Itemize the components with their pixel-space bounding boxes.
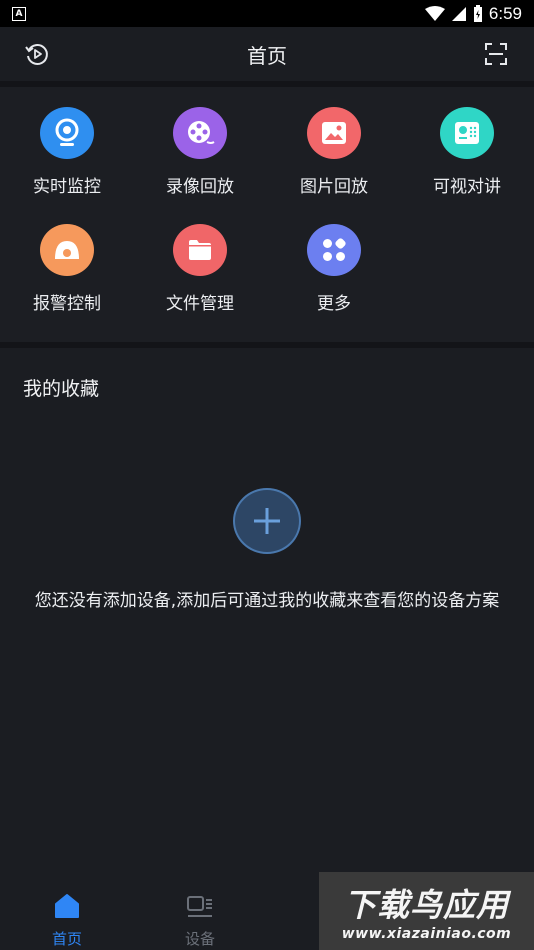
tab-home[interactable]: 首页 <box>0 880 134 950</box>
favorites-empty-message: 您还没有添加设备,添加后可通过我的收藏来查看您的设备方案 <box>34 591 500 611</box>
section-divider <box>0 342 534 348</box>
grid-more-icon <box>307 224 361 276</box>
camera-icon <box>40 107 94 159</box>
function-label: 报警控制 <box>33 294 101 314</box>
status-bar: A 6:59 <box>0 0 534 27</box>
tab-device[interactable]: 设备 <box>133 880 267 950</box>
intercom-icon <box>440 107 494 159</box>
function-label: 实时监控 <box>33 177 101 197</box>
function-file-manager[interactable]: 文件管理 <box>133 204 267 314</box>
clock: 6:59 <box>488 3 522 23</box>
notification-icon: A <box>12 6 26 21</box>
playback-history-icon[interactable] <box>24 41 50 67</box>
function-more[interactable]: 更多 <box>267 204 401 314</box>
function-label: 可视对讲 <box>433 177 501 197</box>
function-image-playback[interactable]: 图片回放 <box>267 87 401 197</box>
function-label: 录像回放 <box>166 177 234 197</box>
wifi-icon <box>424 5 445 21</box>
function-live-monitor[interactable]: 实时监控 <box>0 87 134 197</box>
signal-icon <box>451 6 466 21</box>
function-grid: 实时监控 录像回放 图片回放 可视对讲 报警控制 文件管理 更多 <box>0 87 534 342</box>
device-icon <box>187 896 212 917</box>
folder-icon <box>173 224 227 276</box>
watermark-sub: www.xiazainiao.com <box>341 926 512 942</box>
function-video-intercom[interactable]: 可视对讲 <box>400 87 534 197</box>
tab-label: 首页 <box>51 930 82 948</box>
favorites-title: 我的收藏 <box>23 378 100 400</box>
function-alarm-control[interactable]: 报警控制 <box>0 204 134 314</box>
page-title: 首页 <box>247 43 287 68</box>
function-label: 图片回放 <box>300 177 368 197</box>
plus-icon <box>254 508 280 534</box>
battery-icon <box>473 4 482 22</box>
function-label: 文件管理 <box>166 294 234 314</box>
app-header: 首页 <box>0 27 534 81</box>
tab-label: 设备 <box>184 930 215 948</box>
alarm-icon <box>40 224 94 276</box>
home-icon <box>55 894 79 918</box>
function-video-playback[interactable]: 录像回放 <box>133 87 267 197</box>
image-icon <box>307 107 361 159</box>
watermark-main: 下载鸟应用 <box>343 886 509 924</box>
watermark-logo: 下载鸟应用 www.xiazainiao.com <box>319 872 534 950</box>
scan-icon[interactable] <box>484 42 508 66</box>
function-label: 更多 <box>317 294 351 314</box>
add-device-button[interactable] <box>233 488 301 554</box>
film-reel-icon <box>173 107 227 159</box>
